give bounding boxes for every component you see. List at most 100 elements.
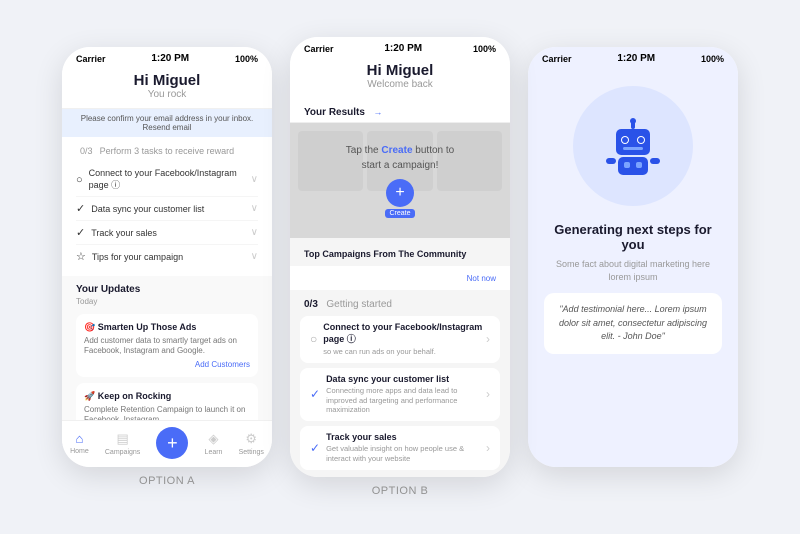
not-now-container: Not now: [290, 266, 510, 290]
task-row-sub-1: so we can run ads on your behalf.: [323, 347, 486, 357]
confirm-banner[interactable]: Please confirm your email address in you…: [62, 109, 272, 137]
generating-title: Generating next steps for you: [528, 222, 738, 252]
campaigns-icon: ▤: [116, 431, 128, 447]
option-a-wrapper: Carrier 1:20 PM 100% Hi Miguel You rock …: [62, 47, 272, 487]
task-row-icon-3: ✓: [310, 441, 320, 455]
update-card-2[interactable]: 🚀 Keep on Rocking Complete Retention Cam…: [76, 383, 258, 420]
add-customers-link[interactable]: Add Customers: [84, 360, 250, 369]
results-arrow: →: [373, 107, 382, 117]
task-icon-3: ✓: [76, 226, 85, 239]
testimonial: "Add testimonial here... Lorem ipsum dol…: [544, 293, 722, 354]
task-item-3[interactable]: ✓ Track your sales ∨: [76, 221, 258, 245]
carrier-a: Carrier: [76, 54, 106, 64]
task-row-arrow-1: ›: [486, 332, 490, 346]
status-icons-a: 100%: [235, 54, 258, 64]
top-campaigns-title: Top Campaigns From The Community: [304, 249, 466, 259]
time-c: 1:20 PM: [617, 53, 655, 64]
task-row-title-2: Data sync your customer list: [326, 374, 486, 384]
carrier-c: Carrier: [542, 54, 572, 64]
getting-started-section: 0/3 Getting started: [290, 290, 510, 316]
phone-c-content: Generating next steps for you Some fact …: [528, 66, 738, 467]
gs-label: Getting started: [326, 299, 392, 310]
battery-c: 100%: [701, 54, 724, 64]
task-row-1[interactable]: ○ Connect to your Facebook/Instagram pag…: [300, 316, 500, 363]
phone-a: Carrier 1:20 PM 100% Hi Miguel You rock …: [62, 47, 272, 467]
task-text-4: Tips for your campaign: [92, 252, 183, 262]
task-row-icon-1: ○: [310, 332, 317, 346]
carrier-b: Carrier: [304, 44, 334, 54]
task-text-1: Connect to your Facebook/Instagram page …: [89, 168, 251, 191]
learn-label: Learn: [205, 449, 223, 456]
settings-icon: ⚙: [245, 431, 257, 447]
nav-create[interactable]: +: [156, 427, 188, 459]
option-b-wrapper: Carrier 1:20 PM 100% Hi Miguel Welcome b…: [290, 37, 510, 497]
battery-a: 100%: [235, 54, 258, 64]
option-a-label: OPTION A: [139, 475, 195, 487]
task-text-3: Track your sales: [91, 228, 157, 238]
update-card-title-2: 🚀 Keep on Rocking: [84, 391, 250, 402]
learn-icon: ◈: [209, 431, 219, 447]
create-label: Create: [385, 209, 414, 218]
tasks-header-a: 0/3 Perform 3 tasks to receive reward: [76, 145, 258, 157]
task-item-2[interactable]: ✓ Data sync your customer list ∨: [76, 197, 258, 221]
campaigns-label: Campaigns: [105, 449, 140, 456]
create-fab[interactable]: +: [386, 179, 414, 207]
status-bar-a: Carrier 1:20 PM 100%: [62, 47, 272, 66]
chevron-4: ∨: [251, 251, 258, 262]
task-row-title-1: Connect to your Facebook/Instagram page …: [323, 322, 486, 345]
task-row-3[interactable]: ✓ Track your sales Get valuable insight …: [300, 426, 500, 470]
nav-home[interactable]: ⌂ Home: [70, 431, 89, 455]
battery-b: 100%: [473, 44, 496, 54]
nav-campaigns[interactable]: ▤ Campaigns: [105, 431, 140, 456]
phone-b-content: Hi Miguel Welcome back Your Results →: [290, 56, 510, 477]
tasks-section-a: 0/3 Perform 3 tasks to receive reward ○ …: [62, 137, 272, 276]
chevron-3: ∨: [251, 227, 258, 238]
updates-section: Your Updates Today 🎯 Smarten Up Those Ad…: [62, 276, 272, 420]
settings-label: Settings: [239, 449, 264, 456]
robot-circle: [573, 86, 693, 206]
bottom-nav-a: ⌂ Home ▤ Campaigns + ◈ Learn: [62, 420, 272, 467]
task-row-2[interactable]: ✓ Data sync your customer list Connectin…: [300, 368, 500, 421]
task-row-sub-3: Get valuable insight on how people use &…: [326, 444, 486, 464]
greeting-b: Hi Miguel: [306, 62, 494, 79]
update-card-desc-2: Complete Retention Campaign to launch it…: [84, 405, 250, 420]
option-b-label: OPTION B: [372, 485, 429, 497]
nav-settings[interactable]: ⚙ Settings: [239, 431, 264, 456]
not-now-link[interactable]: Not now: [467, 274, 496, 283]
chevron-2: ∨: [251, 203, 258, 214]
task-rows: ○ Connect to your Facebook/Instagram pag…: [290, 316, 510, 477]
campaign-overlay: Tap the Create button tostart a campaign…: [346, 143, 454, 218]
phones-container: Carrier 1:20 PM 100% Hi Miguel You rock …: [32, 17, 768, 517]
nav-learn[interactable]: ◈ Learn: [205, 431, 223, 456]
update-card-title-1: 🎯 Smarten Up Those Ads: [84, 322, 250, 333]
your-results: Your Results: [304, 107, 365, 118]
task-item-1[interactable]: ○ Connect to your Facebook/Instagram pag…: [76, 163, 258, 197]
campaign-highlight: Create: [381, 145, 412, 156]
option-c-wrapper: Carrier 1:20 PM 100%: [528, 47, 738, 487]
update-card-1[interactable]: 🎯 Smarten Up Those Ads Add customer data…: [76, 314, 258, 377]
campaign-prompt-1: Tap the: [346, 145, 382, 156]
option-c-placeholder: [631, 475, 635, 487]
robot-icon: [598, 111, 668, 181]
task-item-4[interactable]: ☆ Tips for your campaign ∨: [76, 245, 258, 268]
status-bar-c: Carrier 1:20 PM 100%: [528, 47, 738, 66]
task-row-arrow-2: ›: [486, 387, 490, 401]
status-icons-c: 100%: [701, 54, 724, 64]
campaign-area: Tap the Create button tostart a campaign…: [290, 123, 510, 238]
phone-b-header: Hi Miguel Welcome back: [290, 56, 510, 98]
greeting-a: Hi Miguel: [78, 72, 256, 89]
home-icon: ⌂: [75, 431, 83, 446]
phone-a-header: Hi Miguel You rock: [62, 66, 272, 109]
phone-b: Carrier 1:20 PM 100% Hi Miguel Welcome b…: [290, 37, 510, 477]
status-bar-b: Carrier 1:20 PM 100%: [290, 37, 510, 56]
sub-a: You rock: [78, 89, 256, 100]
updates-date: Today: [76, 297, 258, 306]
task-row-sub-2: Connecting more apps and data lead to im…: [326, 386, 486, 415]
task-row-title-3: Track your sales: [326, 432, 486, 442]
create-btn-nav[interactable]: +: [156, 427, 188, 459]
update-card-desc-1: Add customer data to smartly target ads …: [84, 336, 250, 357]
confirm-text: Please confirm your email address in you…: [81, 114, 254, 132]
phone-a-content: Hi Miguel You rock Please confirm your e…: [62, 66, 272, 467]
phone-c: Carrier 1:20 PM 100%: [528, 47, 738, 467]
top-campaigns-section: Top Campaigns From The Community: [290, 238, 510, 266]
